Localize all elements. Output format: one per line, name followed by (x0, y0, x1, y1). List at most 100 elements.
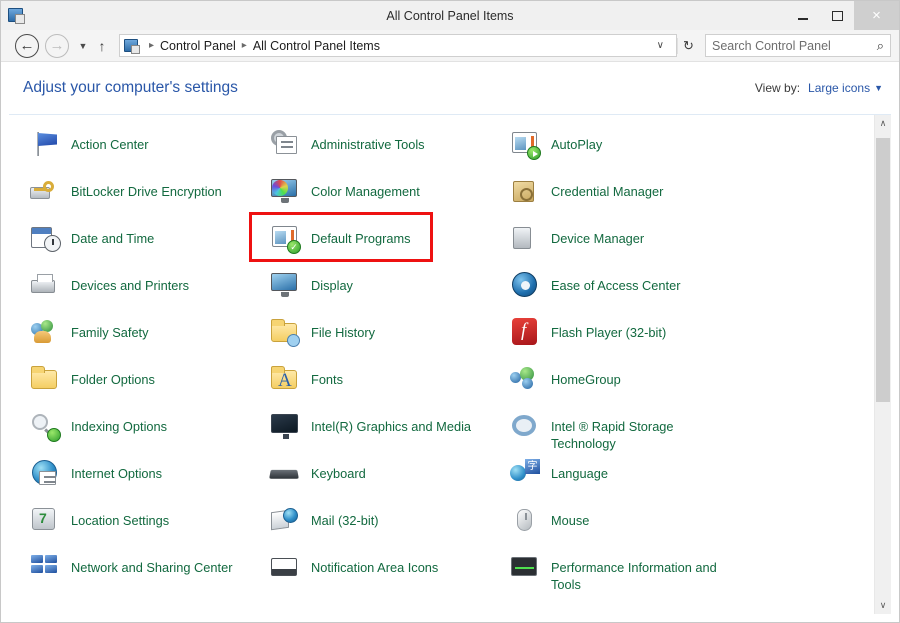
control-panel-item-mail-32-bit[interactable]: Mail (32-bit) (269, 505, 509, 552)
control-panel-item-color-management[interactable]: Color Management (269, 176, 509, 223)
control-panel-item-homegroup[interactable]: HomeGroup (509, 364, 874, 411)
control-panel-item-label[interactable]: Internet Options (71, 460, 162, 482)
control-panel-item-ease-of-access-center[interactable]: Ease of Access Center (509, 270, 874, 317)
control-panel-item-family-safety[interactable]: Family Safety (29, 317, 269, 364)
control-panel-window: All Control Panel Items × ← → ▼ ↑ ▸ Cont… (0, 0, 900, 623)
control-panel-item-label[interactable]: Display (311, 272, 353, 294)
control-panel-item-label[interactable]: Default Programs (311, 225, 411, 247)
breadcrumb-item-control-panel[interactable]: Control Panel (160, 39, 236, 53)
control-panel-item-performance-information-and-tools[interactable]: Performance Information and Tools (509, 552, 874, 599)
control-panel-item-bitlocker-drive-encryption[interactable]: BitLocker Drive Encryption (29, 176, 269, 223)
control-panel-item-file-history[interactable]: File History (269, 317, 509, 364)
control-panel-item-location-settings[interactable]: Location Settings (29, 505, 269, 552)
control-panel-item-label[interactable]: Notification Area Icons (311, 554, 438, 576)
control-panel-item-default-programs[interactable]: ✓ Default Programs (269, 223, 509, 270)
control-panel-item-label[interactable]: Device Manager (551, 225, 644, 247)
control-panel-item-label[interactable]: Keyboard (311, 460, 366, 482)
breadcrumb-bar[interactable]: ▸ Control Panel ▸ All Control Panel Item… (119, 34, 677, 57)
control-panel-item-administrative-tools[interactable]: Administrative Tools (269, 129, 509, 176)
control-panel-item-internet-options[interactable]: Internet Options (29, 458, 269, 505)
intel-graphics-icon (269, 410, 301, 442)
control-panel-item-flash-player-32-bit[interactable]: Flash Player (32-bit) (509, 317, 874, 364)
view-by-control[interactable]: View by: Large icons ▼ (755, 81, 883, 95)
control-panel-item-indexing-options[interactable]: Indexing Options (29, 411, 269, 458)
control-panel-item-fonts[interactable]: A Fonts (269, 364, 509, 411)
view-by-label: View by: (754, 81, 801, 95)
back-button[interactable]: ← (15, 33, 39, 58)
control-panel-item-folder-options[interactable]: Folder Options (29, 364, 269, 411)
keyboard-icon (269, 457, 301, 489)
search-input[interactable] (712, 38, 877, 53)
up-one-level-button[interactable]: ↑ (93, 38, 111, 54)
control-panel-item-intel-rapid-storage-technology[interactable]: Intel ® Rapid Storage Technology (509, 411, 874, 458)
control-panel-item-label[interactable]: Location Settings (71, 507, 169, 529)
control-panel-item-label[interactable]: AutoPlay (551, 131, 602, 153)
control-panel-item-label[interactable]: Intel(R) Graphics and Media (311, 413, 471, 435)
date-and-time-icon (29, 222, 61, 254)
control-panel-item-label[interactable]: Folder Options (71, 366, 155, 388)
chevron-down-icon[interactable]: ▼ (874, 83, 883, 93)
close-button[interactable]: × (854, 1, 899, 30)
control-panel-item-label[interactable]: Performance Information and Tools (551, 554, 719, 593)
control-panel-item-action-center[interactable]: Action Center (29, 129, 269, 176)
control-panel-item-label[interactable]: Credential Manager (551, 178, 663, 200)
control-panel-item-network-and-sharing-center[interactable]: Network and Sharing Center (29, 552, 269, 599)
control-panel-item-device-manager[interactable]: Device Manager (509, 223, 874, 270)
breadcrumb-item-all-control-panel-items[interactable]: All Control Panel Items (253, 39, 380, 53)
breadcrumb-separator-icon: ▸ (241, 40, 247, 51)
control-panel-item-label[interactable]: Language (551, 460, 608, 482)
control-panel-item-label[interactable]: Mail (32-bit) (311, 507, 379, 529)
control-panel-item-keyboard[interactable]: Keyboard (269, 458, 509, 505)
scroll-up-icon[interactable]: ∧ (875, 115, 891, 132)
content-area: Action Center Administrative Tools AutoPla… (9, 114, 891, 614)
view-by-value[interactable]: Large icons (808, 81, 870, 95)
network-sharing-icon (29, 551, 61, 583)
minimize-button[interactable] (786, 1, 820, 30)
control-panel-item-date-and-time[interactable]: Date and Time (29, 223, 269, 270)
control-panel-item-notification-area-icons[interactable]: Notification Area Icons (269, 552, 509, 599)
language-icon: 字 (509, 457, 541, 489)
recent-locations-caret-icon[interactable]: ▼ (75, 41, 91, 51)
maximize-button[interactable] (820, 1, 854, 30)
control-panel-item-label[interactable]: Devices and Printers (71, 272, 189, 294)
scroll-down-icon[interactable]: ∨ (875, 597, 891, 614)
intel-rapid-storage-icon (509, 410, 541, 442)
control-panel-item-label[interactable]: Flash Player (32-bit) (551, 319, 666, 341)
control-panel-icon (8, 7, 25, 24)
control-panel-item-display[interactable]: Display (269, 270, 509, 317)
forward-button[interactable]: → (45, 33, 69, 58)
vertical-scrollbar[interactable]: ∧ ∨ (874, 115, 891, 614)
control-panel-item-label[interactable]: Indexing Options (71, 413, 167, 435)
control-panel-item-label[interactable]: Family Safety (71, 319, 149, 341)
control-panel-item-intel-r-graphics-and-media[interactable]: Intel(R) Graphics and Media (269, 411, 509, 458)
control-panel-item-label[interactable]: Date and Time (71, 225, 154, 247)
control-panel-item-mouse[interactable]: Mouse (509, 505, 874, 552)
control-panel-item-label[interactable]: File History (311, 319, 375, 341)
control-panel-item-label[interactable]: Color Management (311, 178, 420, 200)
scrollbar-thumb[interactable] (876, 138, 890, 402)
control-panel-item-autoplay[interactable]: AutoPlay (509, 129, 874, 176)
control-panel-item-label[interactable]: Administrative Tools (311, 131, 425, 153)
control-panel-items-grid: Action Center Administrative Tools AutoPla… (9, 115, 874, 614)
refresh-icon[interactable]: ↻ (677, 37, 699, 54)
control-panel-item-label[interactable]: Intel ® Rapid Storage Technology (551, 413, 719, 452)
control-panel-item-credential-manager[interactable]: Credential Manager (509, 176, 874, 223)
indexing-options-icon (29, 410, 61, 442)
control-panel-item-label[interactable]: Action Center (71, 131, 149, 153)
control-panel-item-devices-and-printers[interactable]: Devices and Printers (29, 270, 269, 317)
folder-options-icon (29, 363, 61, 395)
control-panel-item-label[interactable]: Network and Sharing Center (71, 554, 232, 576)
breadcrumb-dropdown-icon[interactable]: ∨ (649, 40, 672, 51)
search-icon: ⌕ (876, 37, 884, 53)
devices-and-printers-icon (29, 269, 61, 301)
control-panel-item-label[interactable]: Fonts (311, 366, 343, 388)
search-box[interactable]: ⌕ (705, 34, 891, 57)
control-panel-item-label[interactable]: BitLocker Drive Encryption (71, 178, 222, 200)
control-panel-item-label[interactable]: HomeGroup (551, 366, 621, 388)
scrollbar-track[interactable] (875, 132, 891, 597)
window-title: All Control Panel Items (386, 8, 514, 23)
control-panel-item-label[interactable]: Ease of Access Center (551, 272, 680, 294)
control-panel-item-language[interactable]: 字 Language (509, 458, 874, 505)
display-icon (269, 269, 301, 301)
control-panel-item-label[interactable]: Mouse (551, 507, 589, 529)
